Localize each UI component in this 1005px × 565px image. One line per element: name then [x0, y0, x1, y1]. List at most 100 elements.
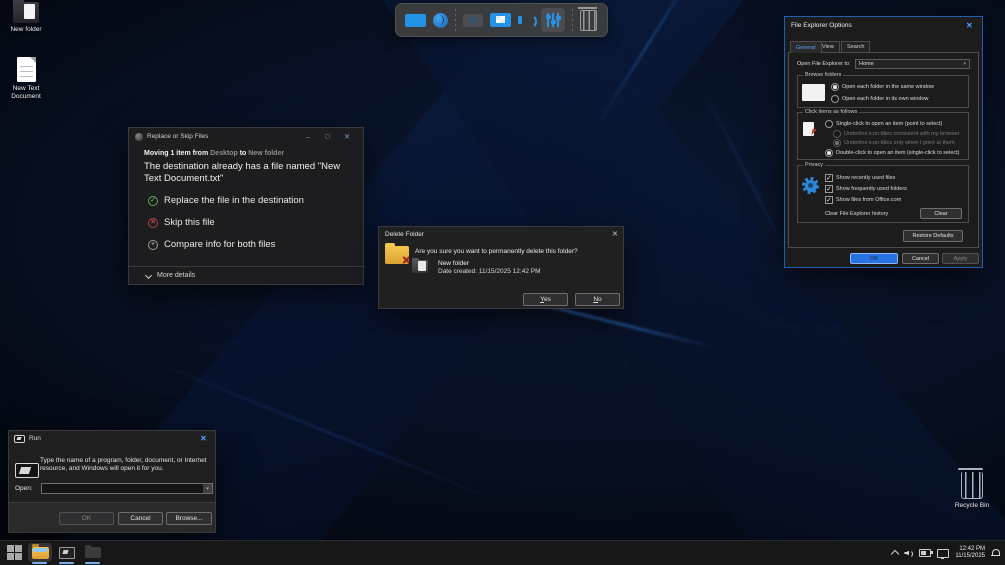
more-details-toggle[interactable]: More details: [146, 272, 195, 279]
trash-icon[interactable]: [580, 10, 597, 31]
running-indicator: [32, 562, 47, 564]
desktop-icon-new-text-document[interactable]: New Text Document: [4, 57, 48, 100]
globe-icon[interactable]: [433, 13, 448, 28]
option-skip-file[interactable]: ✕ Skip this file: [148, 217, 215, 228]
start-button[interactable]: [2, 543, 26, 562]
taskbar-run-window[interactable]: [55, 543, 79, 562]
option-replace-file[interactable]: ✓ Replace the file in the destination: [148, 195, 304, 206]
mixer-bar: [552, 13, 554, 27]
run-dialog: Run ✕ Type the name of a program, folder…: [8, 430, 216, 533]
browse-button[interactable]: Browse...: [166, 512, 212, 525]
moving-status: Moving 1 item from Desktop to New folder: [144, 150, 284, 157]
battery-icon[interactable]: [919, 549, 931, 557]
privacy-group: Privacy Show recently used files Show fr…: [797, 165, 969, 223]
file-explorer-icon: [32, 547, 49, 559]
system-tray: 12:42 PM 11/15/2025: [892, 541, 1005, 565]
radio-underline-browser: Underline icon titles consistent with my…: [833, 130, 960, 138]
hidden-icons-chevron[interactable]: [891, 550, 899, 558]
open-to-label: Open File Explorer to:: [797, 61, 851, 67]
desktop-icon-new-folder[interactable]: New folder: [4, 2, 48, 34]
cancel-button[interactable]: Cancel: [902, 253, 939, 264]
tab-general[interactable]: General: [790, 41, 822, 53]
group-legend: Privacy: [803, 162, 825, 169]
checkbox-label: Show files from Office.com: [836, 197, 901, 203]
option-compare-files[interactable]: + Compare info for both files: [148, 239, 275, 250]
volume-icon[interactable]: [904, 549, 913, 557]
recycle-bin-icon: [961, 472, 983, 499]
open-to-value: Home: [859, 61, 874, 67]
no-label: No: [593, 296, 601, 303]
moving-destination: New folder: [248, 150, 284, 157]
notifications-bell-icon[interactable]: [991, 549, 999, 557]
home-device-icon[interactable]: [463, 14, 483, 27]
tab-search[interactable]: Search: [841, 41, 870, 52]
option-label: Compare info for both files: [164, 239, 275, 250]
ok-label: OK: [870, 256, 878, 262]
browse-folders-icon: [802, 84, 825, 101]
display-tray-icon[interactable]: [937, 549, 949, 558]
cast-display-icon[interactable]: [490, 13, 511, 27]
close-button[interactable]: ✕: [344, 133, 350, 141]
plus-circle-icon: +: [148, 240, 158, 250]
taskbar: 12:42 PM 11/15/2025: [0, 540, 1005, 565]
desktop-icon-recycle-bin[interactable]: Recycle Bin: [946, 472, 998, 510]
cancel-button[interactable]: Cancel: [118, 512, 163, 525]
close-icon[interactable]: ✕: [612, 231, 618, 238]
confirm-message: Are you sure you want to permanently del…: [415, 248, 619, 255]
minimize-button[interactable]: –: [306, 133, 310, 141]
maximize-button[interactable]: ◻: [325, 133, 330, 141]
taskbar-clock[interactable]: 12:42 PM 11/15/2025: [955, 546, 985, 560]
running-indicator: [59, 562, 74, 564]
taskbar-file-explorer[interactable]: [28, 543, 52, 562]
wireless-signal-icon[interactable]: [518, 13, 534, 27]
option-label: Skip this file: [164, 217, 215, 228]
open-label: Open:: [15, 485, 33, 492]
dialog-title: Replace or Skip Files: [147, 133, 208, 140]
audio-mixer-button[interactable]: [541, 8, 565, 32]
taskbar-folder-window[interactable]: [81, 543, 105, 562]
desktop-icon-label: New Text Document: [4, 85, 48, 100]
chevron-down-icon[interactable]: ▾: [203, 484, 212, 493]
checkbox-frequent-folders[interactable]: Show frequently used folders: [825, 185, 907, 193]
radio-label: Underline icon titles only when I point …: [844, 140, 955, 146]
radio-icon: [825, 149, 833, 157]
browse-folders-group: Browse folders Open each folder in the s…: [797, 75, 969, 108]
close-icon[interactable]: ✕: [200, 435, 207, 443]
checkbox-label: Show recently used files: [836, 175, 895, 181]
apply-button[interactable]: Apply: [942, 253, 979, 264]
close-icon[interactable]: ✕: [966, 22, 973, 30]
ok-button[interactable]: OK: [59, 512, 114, 525]
open-input[interactable]: [42, 484, 203, 493]
checkbox-office-files[interactable]: Show files from Office.com: [825, 196, 901, 204]
yes-button[interactable]: Yes: [523, 293, 568, 306]
group-legend: Browse folders: [803, 72, 843, 79]
radio-own-window[interactable]: Open each folder in its own window: [831, 95, 929, 103]
open-to-dropdown[interactable]: Home ▾: [855, 59, 970, 69]
mixer-bar: [547, 13, 549, 27]
no-button[interactable]: No: [575, 293, 620, 306]
ok-button[interactable]: OK: [850, 253, 898, 264]
mixer-bar: [557, 13, 559, 27]
running-indicator: [85, 562, 100, 564]
general-tab-panel: Open File Explorer to: Home ▾ Browse fol…: [788, 52, 979, 248]
radio-label: Double-click to open an item (single-cli…: [836, 150, 960, 156]
click-pointer-icon: [803, 122, 814, 136]
browse-label: Browse...: [175, 515, 202, 522]
windows-logo-icon: [7, 545, 22, 560]
display-icon[interactable]: [405, 14, 426, 27]
item-date: Date created: 11/15/2025 12:42 PM: [438, 268, 541, 275]
radio-icon: [833, 139, 841, 147]
restore-defaults-button[interactable]: Restore Defaults: [903, 230, 963, 242]
toolbar-divider: [455, 9, 456, 31]
dialog-title: Delete Folder: [385, 231, 424, 238]
text-document-icon: [17, 57, 36, 82]
gear-icon: [802, 177, 819, 194]
folder-icon: [13, 2, 39, 23]
ok-label: OK: [82, 515, 91, 522]
clear-button[interactable]: Clear: [920, 208, 962, 219]
radio-single-click[interactable]: Single-click to open an item (point to s…: [825, 120, 942, 128]
chevron-down-icon: ▾: [963, 61, 966, 67]
radio-double-click[interactable]: Double-click to open an item (single-cli…: [825, 149, 960, 157]
radio-same-window[interactable]: Open each folder in the same window: [831, 83, 934, 91]
checkbox-recent-files[interactable]: Show recently used files: [825, 174, 895, 182]
